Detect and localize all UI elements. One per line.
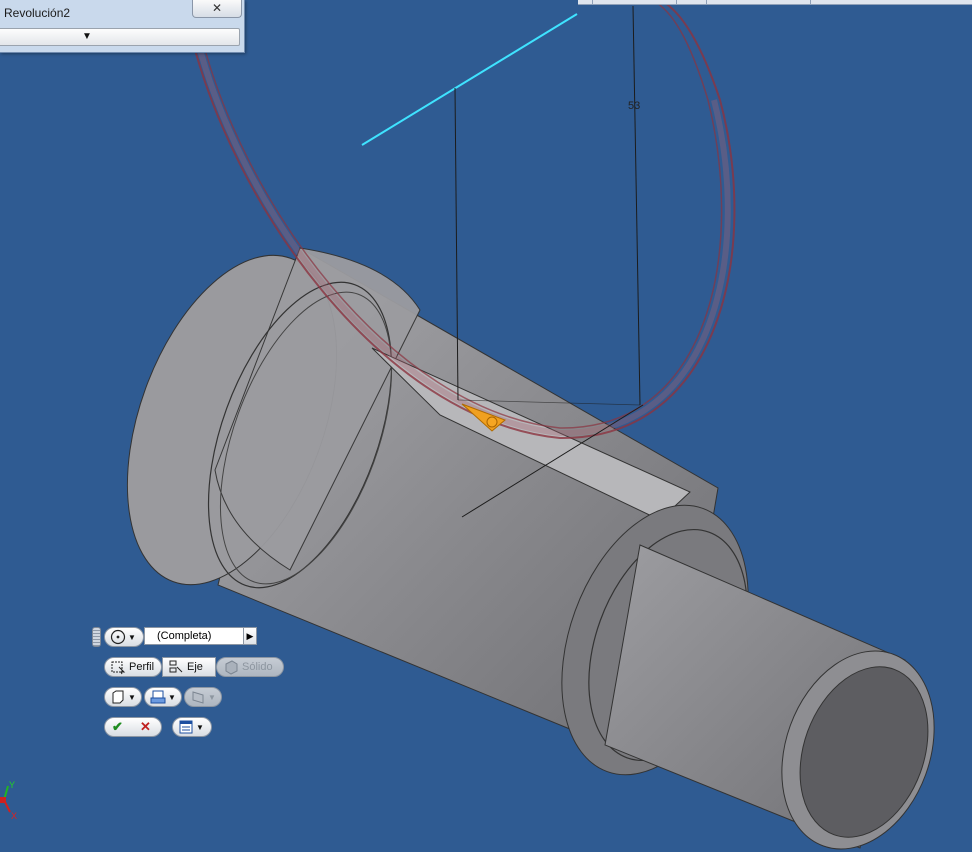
revolve-arrow-handle [486, 416, 498, 428]
revolve-extent-icon [110, 629, 126, 645]
profile-select-icon [111, 661, 126, 675]
top-panel-strip [578, 0, 972, 5]
axis-origin [0, 797, 6, 803]
output-button[interactable]: ▼ [104, 687, 142, 707]
sketch-line-cyan [361, 13, 578, 146]
chevron-down-icon: ▼ [196, 722, 204, 732]
dialog-title: Revolución2 [4, 6, 71, 20]
axis-y-label: Y [9, 780, 15, 790]
ok-cancel-group: ✔ ✕ [104, 717, 162, 737]
axis-x-label: X [11, 811, 17, 821]
chevron-down-icon: ▼ [128, 632, 136, 642]
cancel-button[interactable]: ✕ [140, 718, 151, 736]
extent-combo[interactable]: (Completa) [144, 627, 244, 645]
operation-join-icon [150, 690, 166, 704]
dimension-value[interactable]: 53 [628, 100, 640, 112]
taper-icon [192, 691, 204, 704]
axis-select-icon [169, 660, 183, 673]
toolbar-grip-handle[interactable] [92, 627, 101, 647]
close-button[interactable]: ✕ [192, 0, 242, 18]
options-icon [179, 720, 193, 734]
profile-label: Perfil [129, 661, 155, 673]
strip-divider [810, 0, 811, 4]
taper-button[interactable]: ▼ [184, 687, 222, 707]
profile-button[interactable]: Perfil [104, 657, 162, 677]
extent-combo-arrow[interactable]: ▶ [244, 627, 257, 645]
solid-icon [225, 660, 238, 675]
chevron-down-icon: ▼ [168, 692, 176, 702]
output-solid-icon [112, 690, 124, 704]
chevron-down-icon: ▼ [128, 692, 136, 702]
dimension-line-right [632, 5, 641, 406]
expand-icon: ▼ [82, 31, 92, 42]
axis-label: Eje [187, 661, 203, 673]
operation-button[interactable]: ▼ [144, 687, 182, 707]
strip-divider [706, 0, 707, 4]
options-button[interactable]: ▼ [172, 717, 212, 737]
shaft-model[interactable] [87, 227, 961, 852]
chevron-down-icon: ▼ [208, 692, 216, 702]
strip-divider [676, 0, 677, 4]
solid-label: Sólido [242, 661, 273, 673]
revolve-dialog[interactable]: Revolución2 ✕ ▼ [0, 0, 245, 53]
solid-button[interactable]: Sólido [216, 657, 284, 677]
strip-divider [592, 0, 593, 4]
close-icon: ✕ [211, 1, 223, 15]
cancel-icon: ✕ [140, 719, 151, 734]
extent-type-button[interactable]: ▼ [104, 627, 144, 647]
axis-button[interactable]: Eje [162, 657, 216, 677]
axis-triad: Y X [0, 780, 17, 821]
dialog-expand-bar[interactable]: ▼ [0, 28, 240, 46]
ok-button[interactable]: ✔ [112, 718, 123, 736]
ok-icon: ✔ [112, 719, 123, 734]
revolve-mini-toolbar[interactable]: ▼ (Completa) ▶ Perfil Eje Sólido ▼ ▼ ▼ ✔… [92, 625, 292, 745]
